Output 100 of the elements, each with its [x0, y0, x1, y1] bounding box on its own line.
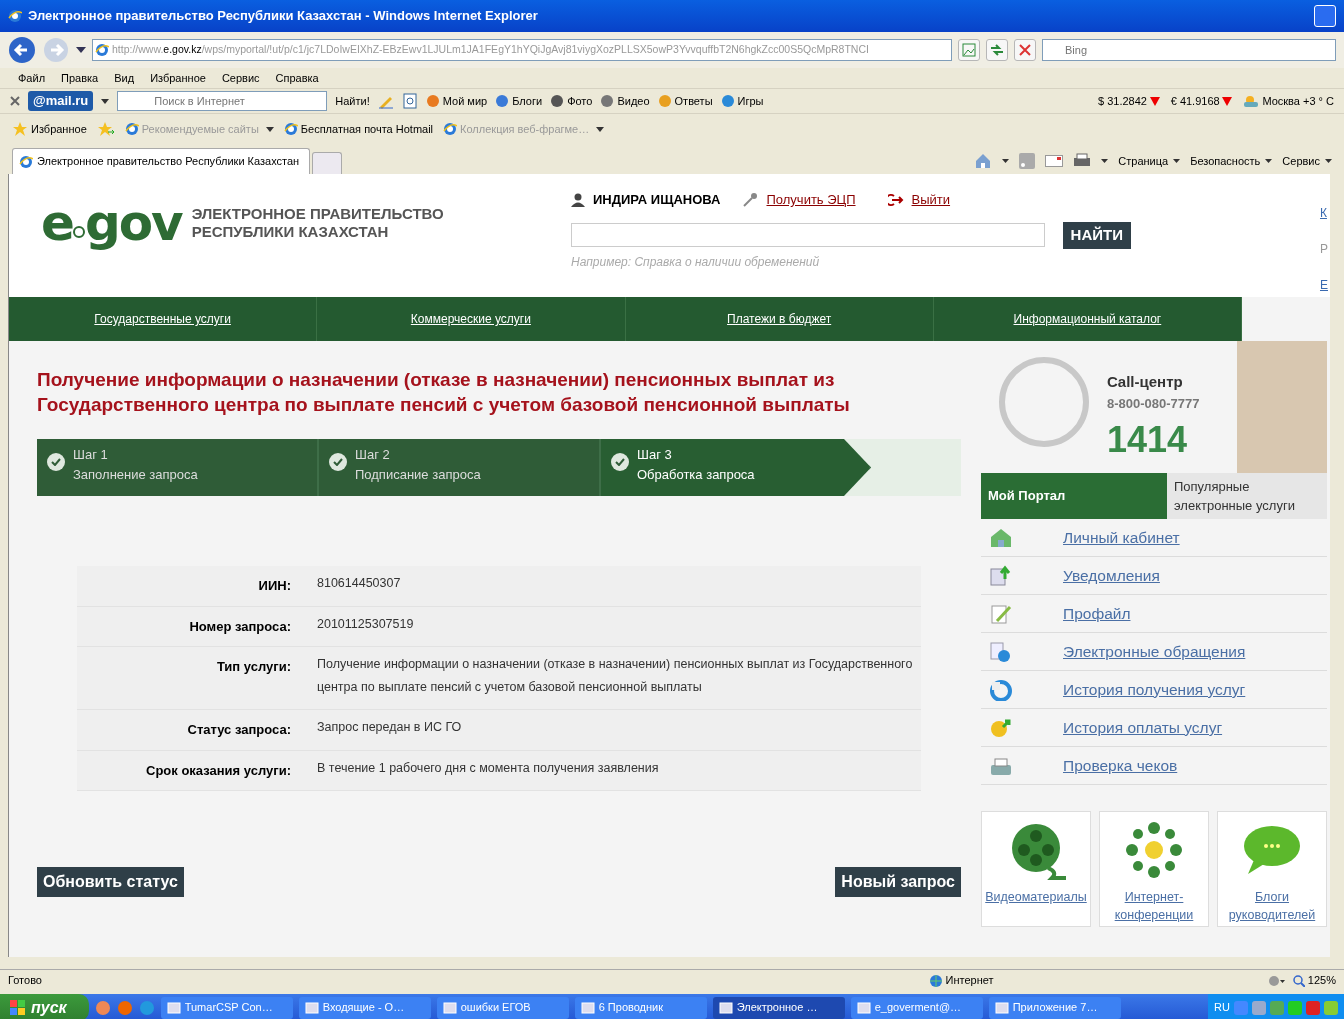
close-icon[interactable] — [10, 96, 20, 106]
toolbar-search-field[interactable]: Поиск в Интернет — [117, 91, 328, 111]
page-icon — [443, 122, 458, 136]
sidebar-link[interactable]: История оплаты услуг — [1063, 715, 1223, 740]
sidebar-link[interactable]: Личный кабинет — [1063, 525, 1180, 550]
taskbar-button[interactable]: TumarCSP Con… — [160, 996, 293, 1019]
key-icon — [742, 192, 759, 208]
tray-icon[interactable] — [1288, 1000, 1302, 1015]
sidebar-link[interactable]: История получения услуг — [1063, 677, 1246, 702]
organization-name: ЭЛЕКТРОННОЕ ПРАВИТЕЛЬСТВО РЕСПУБЛИКИ КАЗАХСТАН — [191, 205, 444, 241]
menu-item[interactable]: Вид — [106, 69, 143, 87]
taskbar-button[interactable]: ошибки ЕГОВ — [436, 996, 569, 1019]
browser-tab[interactable]: Электронное правительство Республики Казахстан — [12, 148, 311, 174]
caret-icon[interactable] — [1002, 159, 1010, 163]
taskbar-button[interactable]: Электронное … — [712, 996, 845, 1019]
mail-icon[interactable] — [1045, 155, 1064, 167]
header-link[interactable]: К — [1320, 204, 1328, 222]
tray-icon[interactable] — [1306, 1000, 1320, 1015]
command-menu[interactable]: Сервис — [1282, 152, 1332, 170]
zoom-button[interactable]: 125% — [1292, 972, 1336, 989]
check-icon — [47, 453, 65, 471]
tile-link[interactable]: Блоги руководителей — [1218, 888, 1326, 924]
toolbar-logo: @mail.ru — [28, 91, 94, 111]
window-icon — [580, 1000, 595, 1015]
quick-launch-icon[interactable] — [116, 999, 133, 1016]
step-label: Подписание запроса — [355, 465, 481, 484]
sidebar-link[interactable]: Уведомления — [1063, 563, 1160, 588]
refresh-status-button[interactable]: Обновить статус — [37, 867, 184, 897]
header-link[interactable]: Е — [1320, 276, 1328, 294]
toolbar-search-button[interactable]: Найти! — [335, 92, 370, 110]
tile-link[interactable]: Интернет-конференции — [1100, 888, 1208, 924]
start-button[interactable]: пуск — [0, 994, 89, 1019]
field-label: ИИН: — [257, 577, 292, 595]
caret-icon[interactable] — [1101, 159, 1109, 163]
menu-item[interactable]: Избранное — [142, 69, 214, 87]
field-value: 810614450307 — [317, 575, 402, 592]
command-menu[interactable]: Страница — [1118, 152, 1181, 170]
nav-link[interactable]: Государственные услуги — [9, 297, 318, 341]
certificate-link[interactable]: Получить ЭЦП — [766, 190, 856, 210]
forward-icon[interactable] — [42, 36, 70, 64]
caret-icon — [1323, 159, 1332, 163]
sidebar-link[interactable]: Электронные обращения — [1063, 639, 1246, 664]
toolbar-link-icon — [495, 94, 510, 108]
toolbar-link[interactable]: Фото — [550, 92, 593, 110]
stop-button[interactable] — [1014, 39, 1036, 61]
menu-item[interactable]: Сервис — [213, 69, 268, 87]
sidebar-tab[interactable]: Мой Портал — [981, 473, 1167, 519]
toolbar-link-icon — [657, 94, 672, 108]
menu-item[interactable]: Справка — [267, 69, 327, 87]
quick-launch-icon[interactable] — [138, 999, 155, 1016]
weather-button[interactable]: Москва +3 ° C — [1243, 92, 1334, 110]
minimize-button[interactable] — [1314, 5, 1336, 27]
menu-item[interactable]: Файл — [10, 69, 54, 87]
refresh-button[interactable] — [986, 39, 1008, 61]
compatibility-button[interactable] — [958, 39, 980, 61]
home-icon[interactable] — [974, 153, 993, 169]
currency-rate: $ 31.2842 — [1098, 93, 1147, 109]
tile-link[interactable]: Видеоматериалы — [985, 888, 1087, 906]
field-value: Получение информации о назначении (отказе в назначении) пенсионных выплат из Государственного центра по выплате пенсий с учетом базовой пенсионной выплаты — [317, 656, 914, 696]
toolbar-link[interactable]: Мой мир — [425, 92, 488, 110]
tray-icon[interactable] — [1324, 1000, 1338, 1015]
new-request-button[interactable]: Новый запрос — [835, 867, 961, 897]
address-field[interactable]: http://www.e.gov.kz/wps/myportal/!ut/p/c1/jc7LDoIwEIXhZ-EBzEwv1LJULm1JA1FEgY1hYQiJgAvj81viygXozPLLSX5owP3YvvquffbT2N6hgkZcc00S5QcMpR8TNCI — [92, 39, 952, 61]
toolbar-link[interactable]: Блоги — [495, 92, 543, 110]
toolbar-link[interactable]: Игры — [720, 92, 764, 110]
search-button[interactable]: НАЙТИ — [1062, 222, 1131, 249]
caret-icon[interactable] — [76, 47, 86, 53]
toolbar-link[interactable]: Ответы — [657, 92, 713, 110]
logout-link[interactable]: Выйти — [911, 190, 951, 210]
nav-link[interactable]: Коммерческие услуги — [317, 297, 626, 341]
printer-icon[interactable] — [1073, 153, 1092, 169]
search-field[interactable]: Bing — [1042, 39, 1336, 61]
caret-icon[interactable] — [101, 98, 110, 104]
taskbar-button[interactable]: 6 Проводник — [574, 996, 707, 1019]
taskbar-button[interactable]: Приложение 7… — [988, 996, 1121, 1019]
tray-icon[interactable] — [1252, 1000, 1266, 1015]
taskbar-button[interactable]: e_goverment@… — [850, 996, 983, 1019]
back-icon[interactable] — [8, 36, 36, 64]
toolbar-link-icon — [720, 94, 735, 108]
field-value: В течение 1 рабочего дня с момента получения заявления — [317, 759, 660, 777]
menu-item[interactable]: Правка — [53, 69, 107, 87]
sidebar-link[interactable]: Профайл — [1063, 601, 1131, 626]
taskbar-button[interactable]: Входящие - O… — [298, 996, 431, 1019]
command-menu[interactable]: Безопасность — [1190, 152, 1273, 170]
sidebar-link[interactable]: Проверка чеков — [1063, 753, 1178, 778]
toolbar-link[interactable]: Видео — [600, 92, 650, 110]
site-logo: e gov — [41, 198, 182, 248]
toolbar-link-icon — [425, 94, 440, 108]
search-field[interactable] — [571, 223, 1045, 248]
new-tab-button[interactable] — [312, 152, 343, 174]
step-number: Шаг 2 — [355, 446, 391, 464]
add-favorite-icon[interactable] — [96, 121, 115, 137]
nav-link[interactable]: Платежи в бюджет — [625, 297, 934, 341]
quick-launch-icon[interactable] — [94, 999, 111, 1016]
favorites-link[interactable]: Бесплатная почта Hotmail — [283, 120, 434, 138]
document-arrows-icon — [989, 564, 1013, 587]
feed-icon[interactable] — [1019, 153, 1036, 169]
windows-logo-icon — [10, 999, 26, 1016]
favorites-button[interactable]: Избранное — [12, 120, 87, 138]
sidebar-tab[interactable]: Популярные электронные услуги — [1167, 473, 1327, 519]
